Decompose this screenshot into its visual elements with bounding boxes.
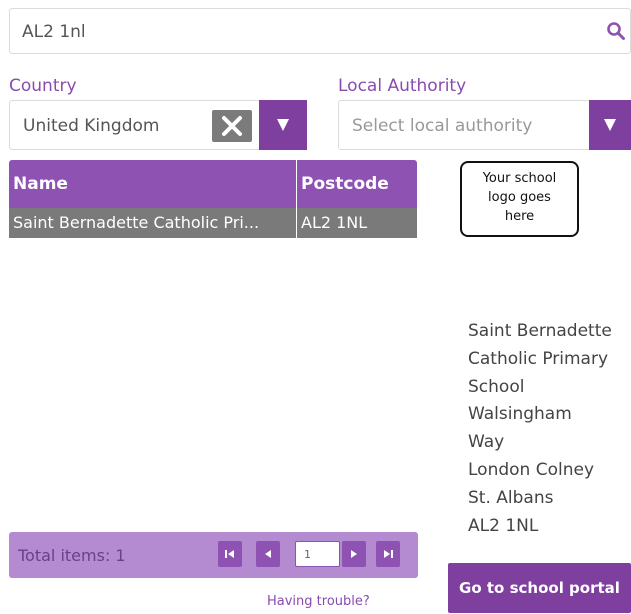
address-line: St. Albans [468,487,554,508]
first-page-icon [225,550,234,558]
previous-page-icon [265,550,271,558]
address-line: Saint Bernadette [468,321,612,341]
search-field[interactable]: AL2 1nl [9,8,631,54]
previous-page-button[interactable] [256,541,280,567]
school-portal-button[interactable]: Go to school portal [448,563,631,613]
country-value: United Kingdom [23,116,160,136]
search-input-value[interactable]: AL2 1nl [22,22,86,42]
local-authority-select[interactable]: Select local authority [338,100,631,150]
column-header-postcode[interactable]: Postcode [297,160,417,208]
country-select[interactable]: United Kingdom [9,100,307,150]
page-number-input[interactable]: 1 [295,541,340,567]
triangle-down-icon [604,119,616,131]
next-page-button[interactable] [342,541,366,567]
address-line: School [468,376,525,397]
logo-text-line: here [504,209,535,224]
grid-pager: Total items: 1 1 [9,532,418,578]
grid-header: Name Postcode [9,160,417,208]
logo-text-line: Your school [482,171,557,186]
last-page-button[interactable] [376,541,400,567]
table-row[interactable]: Saint Bernadette Catholic Pri... AL2 1NL [9,208,417,238]
school-address: Saint Bernadette Catholic Primary School… [468,318,612,540]
country-dropdown-button[interactable] [259,100,307,150]
logo-text-line: logo goes [488,190,551,205]
school-results-grid: Name Postcode Saint Bernadette Catholic … [9,160,417,238]
address-line: Way [468,432,505,453]
search-icon[interactable] [606,21,626,41]
address-line: London Colney [468,459,595,480]
address-line: Catholic Primary [468,348,609,369]
cell-school-name: Saint Bernadette Catholic Pri... [9,208,297,238]
total-items-label: Total items: 1 [18,546,126,565]
close-icon [222,116,242,136]
last-page-icon [384,550,393,558]
first-page-button[interactable] [218,541,242,567]
local-authority-placeholder: Select local authority [352,116,533,136]
address-line: Walsingham [468,404,572,425]
column-header-name[interactable]: Name [9,160,297,208]
having-trouble-link[interactable]: Having trouble? [267,594,370,609]
country-label: Country [9,76,77,96]
school-logo-placeholder: Your school logo goes here [460,161,579,237]
local-authority-label: Local Authority [338,76,467,96]
next-page-icon [351,550,357,558]
triangle-down-icon [277,119,289,131]
cell-postcode: AL2 1NL [301,213,368,232]
address-line: AL2 1NL [468,515,539,536]
clear-country-button[interactable] [212,110,252,142]
local-authority-dropdown-button[interactable] [589,100,631,150]
